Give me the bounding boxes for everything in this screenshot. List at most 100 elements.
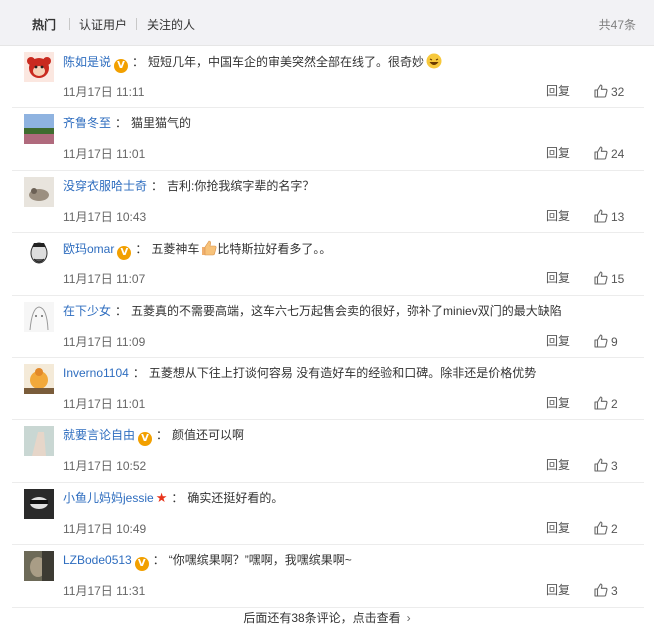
comment-item: Inverno1104：五菱想从下往上打谈何容易 没有造好车的经验和口碑。除非还… bbox=[12, 358, 644, 421]
username-link[interactable]: 小鱼儿妈妈jessie bbox=[63, 491, 154, 505]
reply-button[interactable]: 回复 bbox=[546, 582, 570, 598]
like-button[interactable]: 9 bbox=[594, 333, 634, 351]
comment-text: 五菱神车 bbox=[151, 242, 200, 257]
comment-item: 没穿衣服哈士奇 ：吉利:你抢我缤字辈的名字？ 11月17日 10:43 回复 13 bbox=[12, 171, 644, 234]
separator-colon: ： bbox=[135, 242, 148, 257]
username-link[interactable]: 欧玛omar bbox=[63, 242, 114, 256]
like-count: 13 bbox=[611, 209, 625, 224]
comment-text: 确实还挺好看的。 bbox=[187, 490, 284, 505]
tab-following[interactable]: 关注的人 bbox=[147, 17, 195, 33]
comment-time: 11月17日 11:07 bbox=[63, 272, 146, 287]
comment-text-cont: 比特斯拉好看多了。。 bbox=[217, 242, 332, 257]
username-link[interactable]: 就要言论自由 bbox=[63, 428, 135, 442]
avatar[interactable] bbox=[24, 239, 54, 270]
comment-text: 五菱想从下往上打谈何容易 没有造好车的经验和口碑。除非还是价格优势 bbox=[148, 365, 537, 380]
like-count: 2 bbox=[611, 521, 618, 536]
comment-total: 共47条 bbox=[598, 18, 636, 32]
comment-item: 齐鲁冬至 ：猫里猫气的 11月17日 11:01 回复 24 bbox=[12, 108, 644, 171]
comment-tabs: 热门 认证用户 关注的人 共47条 bbox=[0, 0, 654, 46]
comment-time: 11月17日 11:31 bbox=[63, 584, 146, 599]
like-count: 24 bbox=[611, 147, 625, 162]
separator-colon: ： bbox=[132, 365, 145, 380]
comment-item: 在下少女 ：五菱真的不需要高端，这车六七万起售会卖的很好，弥补了miniev双门的… bbox=[12, 296, 644, 358]
comment-item: 小鱼儿妈妈jessie ★：确实还挺好看的。 11月17日 10:49 回复 2 bbox=[12, 483, 644, 546]
separator-colon: ： bbox=[151, 178, 164, 193]
avatar[interactable] bbox=[24, 488, 54, 519]
laugh-emoji bbox=[424, 53, 442, 69]
username-link[interactable]: 陈如是说 bbox=[63, 55, 111, 69]
reply-button[interactable]: 回复 bbox=[546, 208, 570, 224]
comment-time: 11月17日 11:01 bbox=[63, 147, 146, 162]
reply-button[interactable]: 回复 bbox=[546, 520, 570, 536]
reply-button[interactable]: 回复 bbox=[546, 395, 570, 411]
star-icon: ★ bbox=[155, 489, 168, 505]
chevron-right-icon: › bbox=[406, 611, 411, 625]
like-button[interactable]: 15 bbox=[594, 270, 634, 288]
reply-button[interactable]: 回复 bbox=[546, 333, 570, 349]
verified-v-icon: V bbox=[138, 432, 153, 447]
reply-button[interactable]: 回复 bbox=[546, 270, 570, 286]
separator-colon: ： bbox=[115, 116, 128, 131]
verified-v-icon: V bbox=[114, 59, 129, 73]
load-more-text: 后面还有38条评论，点击查看 bbox=[243, 611, 401, 625]
comment-time: 11月17日 11:11 bbox=[63, 85, 145, 99]
separator-colon: ： bbox=[156, 428, 169, 443]
like-count: 32 bbox=[611, 85, 625, 99]
tab-divider bbox=[136, 18, 137, 30]
load-more-link[interactable]: 后面还有38条评论，点击查看 › bbox=[0, 608, 654, 628]
like-button[interactable]: 2 bbox=[594, 395, 634, 413]
comment-item: 欧玛omar V：五菱神车 比特斯拉好看多了。。 11月17日 11:07 回复 15 bbox=[12, 233, 644, 296]
like-button[interactable]: 2 bbox=[594, 520, 634, 538]
like-count: 9 bbox=[611, 334, 618, 349]
comment-item: 陈如是说 V：短短几年，中国车企的审美突然全部在线了。很奇妙 11月17日 11:1… bbox=[12, 46, 644, 109]
comment-list: 陈如是说 V：短短几年，中国车企的审美突然全部在线了。很奇妙 11月17日 11:1… bbox=[0, 46, 654, 608]
like-count: 3 bbox=[611, 459, 618, 474]
like-button[interactable]: 32 bbox=[594, 83, 634, 101]
comment-item: 就要言论自由 V：颜值还可以啊 11月17日 10:52 回复 3 bbox=[12, 420, 644, 483]
like-count: 3 bbox=[611, 584, 618, 599]
comment-text: 吉利:你抢我缤字辈的名字？ bbox=[167, 178, 315, 193]
avatar[interactable] bbox=[24, 52, 54, 82]
like-button[interactable]: 3 bbox=[594, 457, 634, 475]
comment-text: 颜值还可以啊 bbox=[172, 428, 245, 443]
avatar[interactable] bbox=[24, 551, 54, 582]
comment-time: 11月17日 11:01 bbox=[63, 396, 146, 411]
verified-v-icon: V bbox=[134, 557, 149, 572]
comment-text: 五菱真的不需要高端，这车六七万起售会卖的很好，弥补了miniev双门的最大缺陷 bbox=[131, 303, 562, 318]
avatar[interactable] bbox=[24, 114, 54, 145]
separator-colon: ： bbox=[132, 55, 145, 69]
tab-divider bbox=[69, 18, 70, 30]
comment-time: 11月17日 10:43 bbox=[63, 209, 147, 224]
username-link[interactable]: 齐鲁冬至 bbox=[63, 116, 111, 130]
separator-colon: ： bbox=[152, 553, 165, 568]
like-count: 2 bbox=[611, 396, 618, 411]
like-button[interactable]: 13 bbox=[594, 208, 634, 226]
comment-text: 猫里猫气的 bbox=[131, 116, 192, 131]
username-link[interactable]: 没穿衣服哈士奇 bbox=[63, 179, 147, 193]
separator-colon: ： bbox=[171, 490, 184, 505]
separator-colon: ： bbox=[115, 303, 128, 318]
like-button[interactable]: 3 bbox=[594, 582, 634, 600]
avatar[interactable] bbox=[24, 301, 54, 332]
thumbs-up-emoji bbox=[199, 240, 217, 256]
username-link[interactable]: Inverno1104 bbox=[63, 366, 129, 380]
username-link[interactable]: 在下少女 bbox=[63, 304, 111, 318]
reply-button[interactable]: 回复 bbox=[546, 457, 570, 473]
comment-text: 短短几年，中国车企的审美突然全部在线了。很奇妙 bbox=[148, 55, 425, 69]
avatar[interactable] bbox=[24, 363, 54, 394]
comment-time: 11月17日 10:52 bbox=[63, 459, 147, 474]
avatar[interactable] bbox=[24, 176, 54, 207]
like-count: 15 bbox=[611, 272, 625, 287]
verified-v-icon: V bbox=[117, 246, 132, 261]
avatar[interactable] bbox=[24, 426, 54, 457]
comment-text: “你嘿缤果啊？”嘿啊，我嘿缤果啊~ bbox=[168, 553, 352, 568]
like-button[interactable]: 24 bbox=[594, 145, 634, 163]
tab-verified-users[interactable]: 认证用户 bbox=[79, 17, 127, 33]
comment-time: 11月17日 10:49 bbox=[63, 521, 147, 536]
username-link[interactable]: LZBode0513 bbox=[63, 553, 132, 567]
comment-item: LZBode0513 V： “你嘿缤果啊？”嘿啊，我嘿缤果啊~ 11月17日 11:3… bbox=[12, 545, 644, 608]
tab-hot[interactable]: 热门 bbox=[32, 17, 56, 33]
reply-button[interactable]: 回复 bbox=[546, 145, 570, 161]
reply-button[interactable]: 回复 bbox=[546, 83, 570, 99]
comment-time: 11月17日 11:09 bbox=[63, 334, 146, 349]
